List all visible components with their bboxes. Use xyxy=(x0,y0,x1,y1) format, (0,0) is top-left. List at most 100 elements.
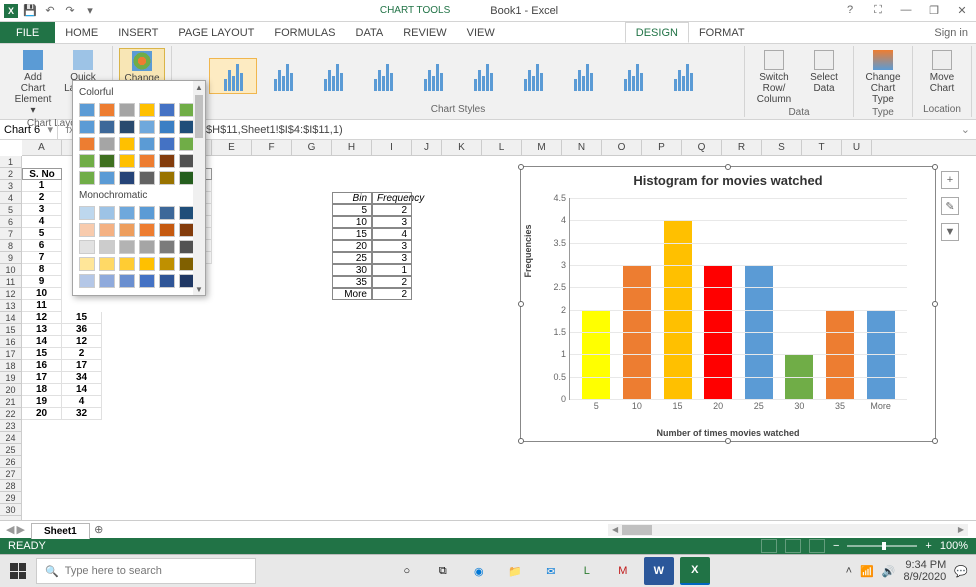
color-swatch[interactable] xyxy=(139,223,155,237)
color-swatch[interactable] xyxy=(79,171,95,185)
sheet-tab[interactable]: Sheet1 xyxy=(31,523,90,539)
color-swatch[interactable] xyxy=(99,103,115,117)
color-swatch[interactable] xyxy=(139,240,155,254)
task-view-icon[interactable]: ⧉ xyxy=(428,557,458,585)
row-header[interactable]: 29 xyxy=(0,492,21,504)
color-swatch[interactable] xyxy=(99,171,115,185)
scroll-up-icon[interactable]: ▲ xyxy=(193,81,205,93)
column-header[interactable]: U xyxy=(842,140,872,155)
add-chart-element-button[interactable]: Add Chart Element ▾ xyxy=(10,48,56,118)
cortana-icon[interactable]: ○ xyxy=(392,557,422,585)
mail-icon[interactable]: ✉ xyxy=(536,557,566,585)
color-swatch[interactable] xyxy=(119,120,135,134)
zoom-level[interactable]: 100% xyxy=(940,540,968,552)
cell[interactable]: Frequency xyxy=(372,192,412,204)
color-swatch[interactable] xyxy=(99,274,115,288)
color-swatch[interactable] xyxy=(99,120,115,134)
column-header[interactable]: A xyxy=(22,140,62,155)
row-header[interactable]: 9 xyxy=(0,252,21,264)
row-header[interactable]: 30 xyxy=(0,504,21,516)
tab-formulas[interactable]: FORMULAS xyxy=(264,22,345,43)
volume-icon[interactable]: 🔊 xyxy=(882,565,896,578)
app-icon[interactable]: L xyxy=(572,557,602,585)
cell[interactable]: 1 xyxy=(372,264,412,276)
row-header[interactable]: 6 xyxy=(0,216,21,228)
chart-style-thumb[interactable] xyxy=(259,58,307,94)
taskbar-search[interactable]: 🔍 Type here to search xyxy=(36,558,256,584)
chart-filter-button[interactable]: ▼ xyxy=(941,223,959,241)
embedded-chart[interactable]: Histogram for movies watched Frequencies… xyxy=(520,166,936,442)
tab-format[interactable]: FORMAT xyxy=(689,22,755,43)
color-swatch[interactable] xyxy=(79,103,95,117)
color-swatch[interactable] xyxy=(79,257,95,271)
cell[interactable]: 12 xyxy=(22,312,62,324)
chart-style-thumb[interactable] xyxy=(459,58,507,94)
cell[interactable]: 3 xyxy=(372,240,412,252)
cell[interactable]: 30 xyxy=(332,264,372,276)
excel-taskbar-icon[interactable]: X xyxy=(680,557,710,585)
sheet-nav-prev-icon[interactable]: ◀ xyxy=(6,523,14,536)
row-header[interactable]: 11 xyxy=(0,276,21,288)
notifications-icon[interactable]: 💬 xyxy=(954,565,968,578)
tab-insert[interactable]: INSERT xyxy=(108,22,168,43)
tray-up-icon[interactable]: ˄ xyxy=(846,565,852,577)
color-swatch[interactable] xyxy=(99,223,115,237)
color-swatch[interactable] xyxy=(139,206,155,220)
help-icon[interactable]: ? xyxy=(840,4,860,17)
cell[interactable]: 3 xyxy=(372,252,412,264)
column-header[interactable]: N xyxy=(562,140,602,155)
dropdown-scrollbar[interactable]: ▲ ▼ xyxy=(193,81,205,295)
column-header[interactable]: R xyxy=(722,140,762,155)
edge-icon[interactable]: ◉ xyxy=(464,557,494,585)
cell[interactable]: 18 xyxy=(22,384,62,396)
sign-in-link[interactable]: Sign in xyxy=(934,27,968,39)
cell[interactable]: 3 xyxy=(372,216,412,228)
row-header[interactable]: 13 xyxy=(0,300,21,312)
color-swatch[interactable] xyxy=(119,171,135,185)
cell[interactable]: 4 xyxy=(62,396,102,408)
cell[interactable]: 32 xyxy=(62,408,102,420)
page-break-view-icon[interactable] xyxy=(809,539,825,553)
cell[interactable]: Bin xyxy=(332,192,372,204)
add-sheet-button[interactable]: ⊕ xyxy=(90,523,108,536)
color-swatch[interactable] xyxy=(159,274,175,288)
cell[interactable]: 14 xyxy=(22,336,62,348)
color-swatch[interactable] xyxy=(99,240,115,254)
column-header[interactable]: G xyxy=(292,140,332,155)
column-header[interactable]: I xyxy=(372,140,412,155)
color-swatch[interactable] xyxy=(139,103,155,117)
restore-icon[interactable]: ❐ xyxy=(924,4,944,17)
row-header[interactable]: 5 xyxy=(0,204,21,216)
chart-styles-gallery[interactable] xyxy=(209,48,707,104)
chart-style-thumb[interactable] xyxy=(359,58,407,94)
column-header[interactable]: F xyxy=(252,140,292,155)
horizontal-scrollbar[interactable]: ◀ ▶ xyxy=(608,524,968,536)
color-swatch[interactable] xyxy=(139,274,155,288)
tab-home[interactable]: HOME xyxy=(55,22,108,43)
cell[interactable]: 3 xyxy=(22,204,62,216)
cell[interactable]: 36 xyxy=(62,324,102,336)
column-header[interactable]: J xyxy=(412,140,442,155)
column-header[interactable]: O xyxy=(602,140,642,155)
redo-icon[interactable]: ↷ xyxy=(62,3,78,19)
zoom-in-icon[interactable]: + xyxy=(925,540,931,552)
tab-data[interactable]: DATA xyxy=(346,22,394,43)
color-swatch[interactable] xyxy=(139,257,155,271)
chart-style-thumb[interactable] xyxy=(209,58,257,94)
cell[interactable]: 4 xyxy=(22,216,62,228)
row-header[interactable]: 12 xyxy=(0,288,21,300)
row-header[interactable]: 3 xyxy=(0,180,21,192)
save-icon[interactable]: 💾 xyxy=(22,3,38,19)
row-header[interactable]: 24 xyxy=(0,432,21,444)
zoom-out-icon[interactable]: − xyxy=(833,540,839,552)
scroll-down-icon[interactable]: ▼ xyxy=(193,283,205,295)
move-chart-button[interactable]: Move Chart xyxy=(919,48,965,104)
chart-style-thumb[interactable] xyxy=(659,58,707,94)
column-header[interactable]: H xyxy=(332,140,372,155)
cell[interactable]: 15 xyxy=(62,312,102,324)
chart-xlabel[interactable]: Number of times movies watched xyxy=(521,428,935,438)
color-swatch[interactable] xyxy=(159,120,175,134)
cell[interactable]: 2 xyxy=(62,348,102,360)
cell[interactable]: 15 xyxy=(22,348,62,360)
tab-design[interactable]: DESIGN xyxy=(625,22,689,43)
